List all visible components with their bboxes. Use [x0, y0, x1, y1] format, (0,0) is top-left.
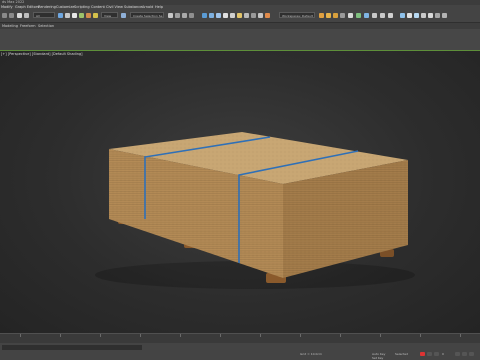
close-icon[interactable] — [388, 13, 393, 18]
project-folder-icon[interactable] — [319, 13, 324, 18]
selection-filter-dropdown[interactable]: All — [33, 12, 55, 18]
sign-in-icon[interactable] — [356, 13, 361, 18]
ribbon-panel — [0, 29, 480, 50]
main-toolbar: All View Create Selection Se Workspaces:… — [0, 10, 480, 23]
orbit-icon[interactable] — [469, 352, 474, 356]
record-icon[interactable] — [420, 352, 425, 356]
select-by-name-icon[interactable] — [65, 13, 70, 18]
archive-icon[interactable] — [340, 13, 345, 18]
motion-panel-icon[interactable] — [421, 13, 426, 18]
viewport-layout-icon[interactable] — [442, 13, 447, 18]
scene-render — [95, 132, 415, 289]
angle-snap-icon[interactable] — [175, 13, 180, 18]
pan-icon[interactable] — [462, 352, 467, 356]
schematic-view-icon[interactable] — [237, 13, 242, 18]
display-panel-icon[interactable] — [428, 13, 433, 18]
mirror-icon[interactable] — [202, 13, 207, 18]
grid-size-label: Grid = 10.0cm — [300, 352, 322, 356]
maximize-icon[interactable] — [380, 13, 385, 18]
perspective-viewport[interactable]: [+] [Perspective] [Standard] [Default Sh… — [0, 51, 480, 333]
workspace-dropdown[interactable]: Workspaces: Default — [279, 12, 315, 18]
rendered-frame-window-icon[interactable] — [258, 13, 263, 18]
set-key-button[interactable]: Set Key — [372, 356, 383, 360]
curve-editor-icon[interactable] — [230, 13, 235, 18]
toggle-ribbon-icon[interactable] — [223, 13, 228, 18]
snaps-toggle-icon[interactable] — [168, 13, 173, 18]
current-frame-field[interactable]: 0 — [442, 352, 444, 356]
percent-snap-icon[interactable] — [182, 13, 187, 18]
scale-icon[interactable] — [93, 13, 98, 18]
layer-explorer-icon[interactable] — [216, 13, 221, 18]
create-panel-icon[interactable] — [400, 13, 405, 18]
selection-set-dropdown[interactable]: Create Selection Se — [130, 12, 164, 18]
maxscript-listener[interactable] — [2, 345, 142, 350]
reference-coordinate-dropdown[interactable]: View — [101, 12, 118, 18]
play-icon[interactable] — [427, 352, 432, 356]
render-icon[interactable] — [265, 13, 270, 18]
move-icon[interactable] — [79, 13, 84, 18]
unlink-icon[interactable] — [24, 13, 29, 18]
render-setup-icon[interactable] — [251, 13, 256, 18]
modify-panel-icon[interactable] — [407, 13, 412, 18]
material-editor-icon[interactable] — [244, 13, 249, 18]
search-icon[interactable] — [348, 13, 353, 18]
next-frame-icon[interactable] — [434, 352, 439, 356]
select-object-icon[interactable] — [58, 13, 63, 18]
utilities-panel-icon[interactable] — [435, 13, 440, 18]
help-icon[interactable] — [364, 13, 369, 18]
rectangular-selection-icon[interactable] — [72, 13, 77, 18]
spinner-snap-icon[interactable] — [189, 13, 194, 18]
zoom-icon[interactable] — [455, 352, 460, 356]
status-bar: Grid = 10.0cm Auto Key Selected Set Key … — [0, 343, 480, 360]
hierarchy-panel-icon[interactable] — [414, 13, 419, 18]
select-link-icon[interactable] — [17, 13, 22, 18]
selected-dropdown[interactable]: Selected — [395, 352, 408, 356]
rotate-icon[interactable] — [86, 13, 91, 18]
redo-icon[interactable] — [9, 13, 14, 18]
pivot-icon[interactable] — [121, 13, 126, 18]
align-icon[interactable] — [209, 13, 214, 18]
undo-icon[interactable] — [2, 13, 7, 18]
minimize-icon[interactable] — [372, 13, 377, 18]
save-icon[interactable] — [333, 13, 338, 18]
open-file-icon[interactable] — [326, 13, 331, 18]
